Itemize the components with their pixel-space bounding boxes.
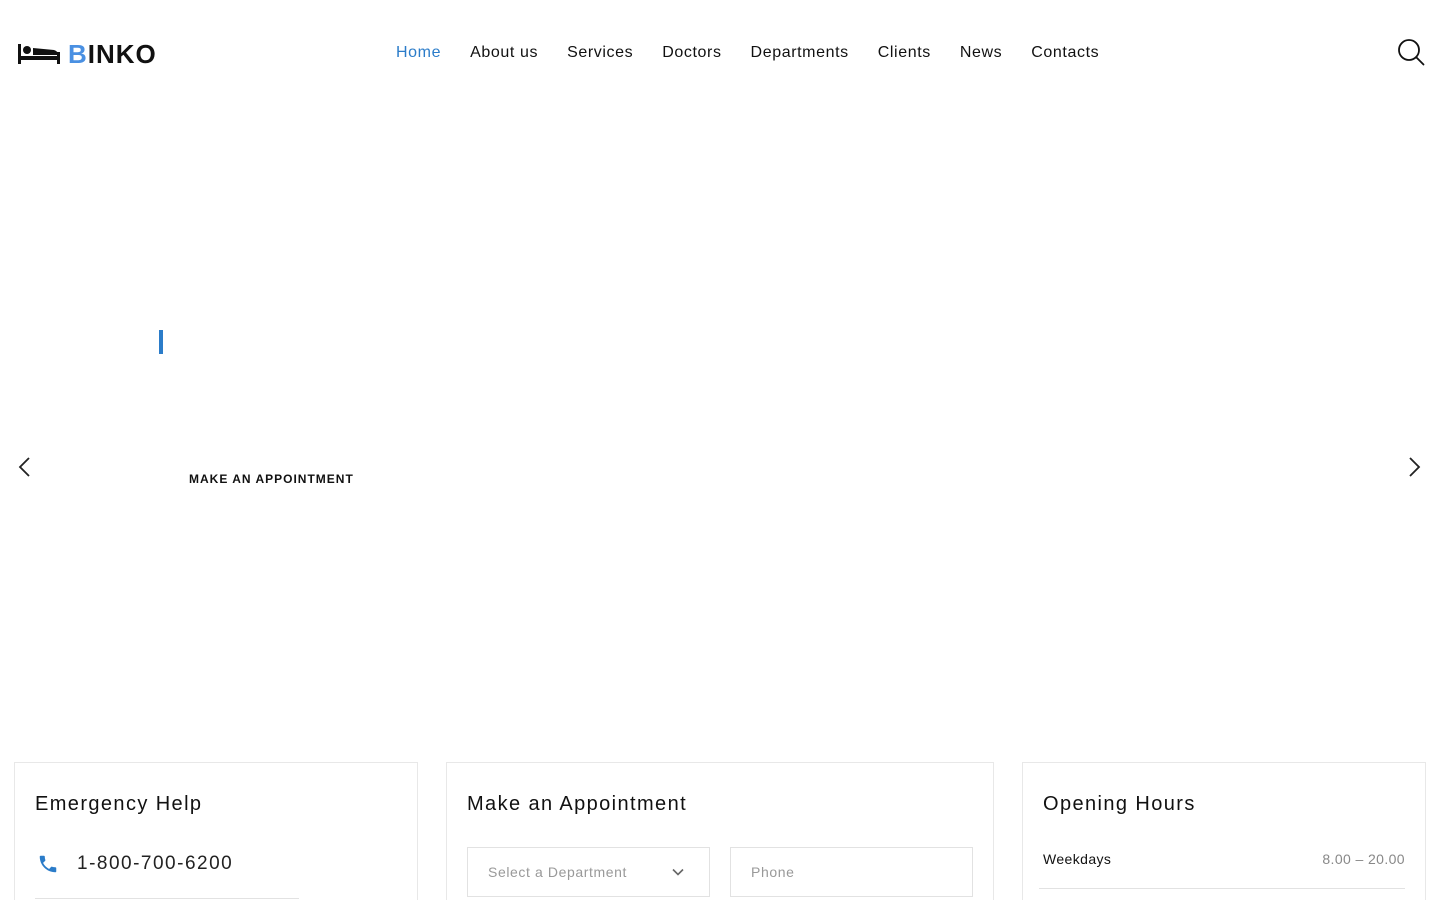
list-item: Weekdays 8.00 – 20.00 (1043, 851, 1405, 889)
department-select-label: Select a Department (488, 864, 628, 880)
phone-input[interactable] (730, 847, 973, 897)
phone-icon (39, 855, 57, 873)
chevron-right-icon[interactable] (1407, 456, 1423, 478)
hero-accent-bar (159, 330, 163, 354)
hours-day: Weekdays (1043, 851, 1112, 867)
department-select[interactable]: Select a Department (467, 847, 710, 897)
logo[interactable]: BINKO (18, 40, 157, 68)
nav-item-departments[interactable]: Departments (751, 42, 849, 64)
make-appointment-link[interactable]: MAKE AN APPOINTMENT (189, 472, 354, 486)
nav-item-doctors[interactable]: Doctors (662, 42, 721, 64)
opening-hours-title: Opening Hours (1043, 793, 1196, 815)
nav-item-contacts[interactable]: Contacts (1031, 42, 1099, 64)
emergency-phone-link[interactable]: 1-800-700-6200 (77, 853, 233, 875)
nav-item-home[interactable]: Home (396, 42, 441, 64)
logo-text: BINKO (68, 39, 157, 69)
bed-icon (18, 44, 60, 64)
hours-time: 8.00 – 20.00 (1322, 851, 1405, 867)
appointment-title: Make an Appointment (467, 793, 688, 815)
opening-hours-card: Opening Hours Weekdays 8.00 – 20.00 (1022, 762, 1426, 900)
chevron-left-icon[interactable] (16, 456, 32, 478)
divider (35, 898, 299, 899)
nav-item-news[interactable]: News (960, 42, 1002, 64)
main-nav: Home About us Services Doctors Departmen… (396, 42, 1128, 64)
emergency-title: Emergency Help (35, 793, 203, 815)
nav-item-clients[interactable]: Clients (878, 42, 931, 64)
hero-slider: MAKE AN APPOINTMENT (0, 106, 1440, 746)
appointment-card: Make an Appointment Select a Department (446, 762, 994, 900)
emergency-help-card: Emergency Help 1-800-700-6200 (14, 762, 418, 900)
chevron-down-icon (672, 868, 684, 876)
divider (1039, 888, 1405, 889)
nav-item-about-us[interactable]: About us (470, 42, 538, 64)
search-icon[interactable] (1397, 38, 1425, 66)
nav-item-services[interactable]: Services (567, 42, 633, 64)
site-header: BINKO Home About us Services Doctors Dep… (0, 0, 1440, 106)
